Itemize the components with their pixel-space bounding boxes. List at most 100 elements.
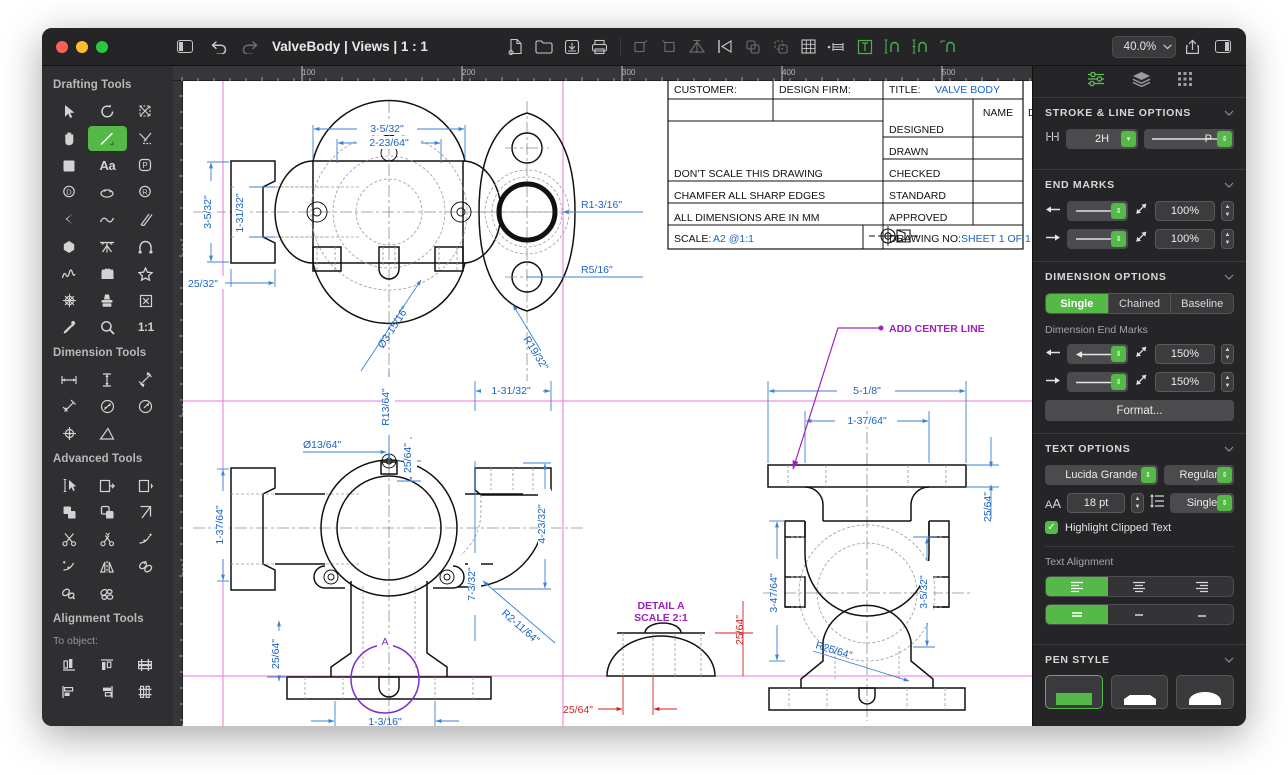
angle-dimension-tool[interactable] — [88, 421, 126, 446]
radius-tool[interactable]: R — [127, 180, 165, 205]
align-right-edge-tool[interactable] — [88, 652, 126, 677]
align-right-button[interactable] — [1171, 577, 1233, 596]
open-folder-icon[interactable] — [531, 34, 557, 60]
rotate-tool[interactable] — [88, 99, 126, 124]
line-spacing-select[interactable]: Single ⇕ — [1170, 493, 1234, 513]
dimension-mode-chained[interactable]: Chained — [1109, 294, 1172, 313]
print-icon[interactable] — [587, 34, 613, 60]
chamfer-tool[interactable] — [50, 554, 88, 579]
end-marks-header[interactable]: END MARKS — [1045, 179, 1234, 191]
cloud-tool[interactable] — [88, 261, 126, 286]
chevron-down-icon[interactable] — [1163, 42, 1172, 52]
library-tab[interactable] — [1177, 71, 1193, 92]
ungroup-icon[interactable] — [768, 34, 794, 60]
align-bottom-button[interactable] — [1171, 605, 1233, 624]
zoom-window-button[interactable] — [96, 41, 108, 53]
chevron-up-down-icon[interactable]: ⇕ — [1217, 467, 1232, 483]
share-icon[interactable] — [1180, 34, 1206, 60]
offset-left-tool[interactable] — [127, 473, 165, 498]
dimension-options-header[interactable]: DIMENSION OPTIONS — [1045, 271, 1234, 283]
bounds-icon[interactable] — [852, 34, 878, 60]
pen-style-option-1[interactable] — [1111, 675, 1169, 709]
dimension-end-start-scale-stepper[interactable]: ▲▼ — [1221, 344, 1234, 364]
drawing-sheet[interactable]: .ln { fill:none; stroke:#111; stroke-wid… — [183, 81, 1032, 726]
offset-right-tool[interactable] — [88, 473, 126, 498]
dimension-end-end-scale-field[interactable]: 150% — [1155, 372, 1215, 392]
layers-tab[interactable] — [1132, 71, 1151, 92]
stroke-weight-select[interactable]: 2H ▾ — [1066, 129, 1138, 149]
text-tool[interactable]: Aa — [88, 153, 126, 178]
point-tool[interactable]: P — [127, 153, 165, 178]
pen-style-option-0[interactable] — [1045, 675, 1103, 709]
subtract-tool[interactable] — [88, 500, 126, 525]
snap-edge-icon[interactable] — [936, 34, 962, 60]
hatch-tool[interactable] — [88, 234, 126, 259]
end-mark-end-scale-stepper[interactable]: ▲▼ — [1221, 229, 1234, 249]
ellipse-tool[interactable] — [88, 180, 126, 205]
font-size-field[interactable]: 18 pt — [1067, 493, 1125, 513]
end-mark-start-scale-field[interactable]: 100% — [1155, 201, 1215, 221]
highlight-clipped-text-row[interactable]: ✓ Highlight Clipped Text — [1045, 521, 1234, 534]
align-left-edge-tool[interactable] — [50, 652, 88, 677]
end-mark-start-scale-stepper[interactable]: ▲▼ — [1221, 201, 1234, 221]
aligned-dimension-tool[interactable] — [127, 367, 165, 392]
chevron-up-down-icon[interactable]: ⇕ — [1111, 203, 1126, 219]
symbol-tool[interactable] — [50, 288, 88, 313]
distribute-horizontal-tool[interactable] — [127, 652, 165, 677]
crop-tool[interactable] — [127, 99, 165, 124]
dimension-end-start-scale-field[interactable]: 150% — [1155, 344, 1215, 364]
align-middle-button[interactable] — [1108, 605, 1170, 624]
spline-tool[interactable] — [88, 207, 126, 232]
group-icon[interactable] — [740, 34, 766, 60]
image-placeholder-tool[interactable] — [127, 288, 165, 313]
chevron-up-down-icon[interactable]: ⇕ — [1111, 374, 1126, 390]
font-style-select[interactable]: Regular ⇕ — [1164, 465, 1234, 485]
actual-size-tool[interactable]: 1:1 — [127, 315, 165, 340]
align-top-button[interactable] — [1046, 605, 1108, 624]
line-style-select[interactable]: P ⇕ — [1144, 129, 1234, 149]
freehand-tool[interactable] — [50, 261, 88, 286]
fillet-tool[interactable] — [127, 527, 165, 552]
chevron-up-down-icon[interactable]: ⇕ — [1217, 131, 1232, 147]
align-bottom-edge-tool[interactable] — [88, 679, 126, 704]
dimension-end-end-scale-stepper[interactable]: ▲▼ — [1221, 372, 1234, 392]
radius-dimension-tool[interactable] — [127, 394, 165, 419]
redo-icon[interactable] — [236, 34, 262, 60]
close-window-button[interactable] — [56, 41, 68, 53]
duplicate-icon[interactable] — [628, 34, 654, 60]
font-size-stepper[interactable]: ▲▼ — [1131, 493, 1144, 513]
linear-dimension-tool[interactable] — [50, 367, 88, 392]
align-left-button[interactable] — [1046, 577, 1108, 596]
line-tool[interactable] — [88, 126, 126, 151]
star-tool[interactable] — [127, 261, 165, 286]
link-tool[interactable] — [127, 554, 165, 579]
dimension-mode-single[interactable]: Single — [1046, 294, 1109, 313]
chevron-down-icon[interactable] — [1224, 444, 1234, 454]
inspector-toggle-icon[interactable] — [1210, 34, 1236, 60]
stamp-tool[interactable] — [88, 288, 126, 313]
attributes-tab[interactable] — [1087, 71, 1106, 92]
chevron-down-icon[interactable]: ▾ — [1121, 131, 1136, 147]
pan-tool[interactable] — [50, 126, 88, 151]
chevron-down-icon[interactable] — [1224, 180, 1234, 190]
extrude-tool[interactable] — [127, 500, 165, 525]
dimension-end-start-select[interactable]: ⇕ — [1067, 344, 1128, 364]
save-icon[interactable] — [559, 34, 585, 60]
scissors-tool[interactable] — [50, 527, 88, 552]
new-document-icon[interactable] — [503, 34, 529, 60]
format-button[interactable]: Format... — [1045, 400, 1234, 421]
pen-style-option-2[interactable] — [1176, 675, 1234, 709]
end-mark-end-scale-field[interactable]: 100% — [1155, 229, 1215, 249]
polygon-tool[interactable] — [50, 234, 88, 259]
vertical-dimension-tool[interactable] — [88, 367, 126, 392]
snap-mid-icon[interactable] — [908, 34, 934, 60]
canvas-area[interactable]: 100 200 300 400 500 — [173, 66, 1032, 726]
chevron-down-icon[interactable] — [1224, 272, 1234, 282]
snap-point-icon[interactable] — [880, 34, 906, 60]
end-mark-end-select[interactable]: ⇕ — [1067, 229, 1128, 249]
arc-tool[interactable]: D — [50, 180, 88, 205]
bezier-tool[interactable] — [50, 207, 88, 232]
grid-icon[interactable] — [796, 34, 822, 60]
undo-icon[interactable] — [206, 34, 232, 60]
chevron-down-icon[interactable] — [1224, 655, 1234, 665]
